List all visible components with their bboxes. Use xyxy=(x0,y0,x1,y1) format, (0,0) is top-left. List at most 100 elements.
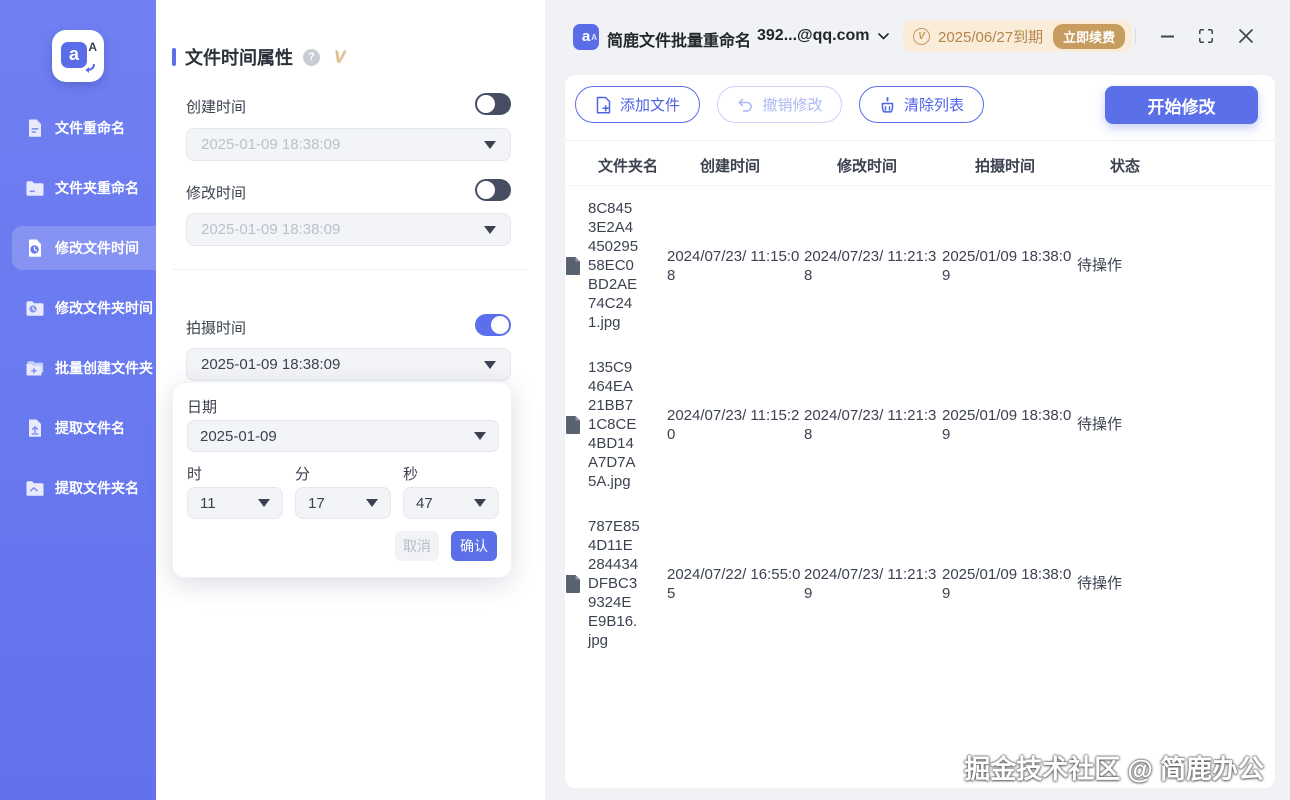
minute-label: 分 xyxy=(295,463,310,484)
undo-button[interactable]: 撤销修改 xyxy=(717,86,842,123)
hour-label: 时 xyxy=(187,463,202,484)
hour-select[interactable]: 11 xyxy=(187,487,283,519)
modified-time: 2024/07/23/ 11:21:39 xyxy=(804,566,936,602)
add-files-button[interactable]: 添加文件 xyxy=(575,86,700,123)
toolbar-divider xyxy=(565,140,1275,141)
create-time-value: 2025-01-09 18:38:09 xyxy=(201,136,484,153)
modify-time-toggle[interactable] xyxy=(475,179,511,201)
sidebar-item-file-rename[interactable]: 文件重命名 xyxy=(12,106,156,150)
shoot-time-select[interactable]: 2025-01-09 18:38:09 xyxy=(186,348,511,381)
app-logo-sub: A xyxy=(88,40,97,54)
modify-time-value: 2025-01-09 18:38:09 xyxy=(201,221,484,238)
file-list-card: 添加文件 撤销修改 清除列表 开始修改 文件夹名 创建时间 修改时间 拍摄时间 … xyxy=(565,75,1275,788)
start-modify-button[interactable]: 开始修改 xyxy=(1105,86,1258,124)
close-button[interactable] xyxy=(1236,26,1256,46)
help-icon[interactable]: ? xyxy=(303,49,320,66)
shoot-time-toggle[interactable] xyxy=(475,314,511,336)
second-select[interactable]: 47 xyxy=(403,487,499,519)
file-rename-icon xyxy=(25,118,45,138)
folder-extract-icon xyxy=(25,478,45,498)
modified-time: 2024/07/23/ 11:21:38 xyxy=(804,407,936,443)
table-row[interactable]: 8C8453E2A445029558EC0BD2AE74C241.jpg 202… xyxy=(565,186,1275,345)
col-created-time: 创建时间 xyxy=(700,155,837,176)
clear-list-label: 清除列表 xyxy=(904,94,964,115)
status-badge: 待操作 xyxy=(1077,257,1122,274)
file-name: 8C8453E2A445029558EC0BD2AE74C241.jpg xyxy=(588,199,640,332)
header-logo-sub: A xyxy=(591,25,597,50)
chevron-down-icon xyxy=(474,432,486,440)
table-header: 文件夹名 创建时间 修改时间 拍摄时间 状态 xyxy=(565,145,1275,186)
sidebar-item-label: 提取文件名 xyxy=(55,418,125,438)
status-badge: 待操作 xyxy=(1077,416,1122,433)
chevron-down-icon xyxy=(258,499,270,507)
folder-plus-icon xyxy=(25,358,45,378)
file-extract-icon xyxy=(25,418,45,438)
create-time-label: 创建时间 xyxy=(186,96,246,117)
folder-rename-icon xyxy=(25,178,45,198)
sidebar-item-label: 修改文件夹时间 xyxy=(55,298,153,318)
date-select[interactable]: 2025-01-09 xyxy=(187,420,499,452)
create-time-select[interactable]: 2025-01-09 18:38:09 xyxy=(186,128,511,161)
cancel-button[interactable]: 取消 xyxy=(395,531,439,561)
date-label: 日期 xyxy=(187,396,217,417)
file-icon xyxy=(565,574,581,594)
create-time-toggle[interactable] xyxy=(475,93,511,115)
app-title: 简鹿文件批量重命名 xyxy=(607,27,751,51)
chevron-down-icon xyxy=(366,499,378,507)
titlebar-divider xyxy=(1135,28,1136,44)
shoot-time: 2025/01/09 18:38:09 xyxy=(942,407,1071,443)
sidebar-item-label: 文件重命名 xyxy=(55,118,125,138)
file-icon xyxy=(565,256,581,276)
confirm-button[interactable]: 确认 xyxy=(451,531,497,561)
modify-time-select[interactable]: 2025-01-09 18:38:09 xyxy=(186,213,511,246)
chevron-down-icon xyxy=(484,226,496,234)
sidebar-item-modify-folder-time[interactable]: 修改文件夹时间 xyxy=(12,286,156,330)
expiry-text: 2025/06/27到期 xyxy=(938,26,1043,47)
created-time: 2024/07/23/ 11:15:20 xyxy=(667,407,799,443)
col-modified-time: 修改时间 xyxy=(837,155,975,176)
maximize-icon xyxy=(1198,28,1214,44)
modify-time-label: 修改时间 xyxy=(186,182,246,203)
shoot-time-label: 拍摄时间 xyxy=(186,317,246,338)
vip-circle-icon: V xyxy=(913,28,930,45)
sidebar-item-label: 修改文件时间 xyxy=(55,238,139,258)
table-row[interactable]: 135C9464EA21BB71C8CE4BD14A7D7A5A.jpg 202… xyxy=(565,345,1275,504)
minute-select[interactable]: 17 xyxy=(295,487,391,519)
header-logo-letter: a xyxy=(582,28,590,45)
hour-value: 11 xyxy=(200,495,258,512)
sidebar: a A 文件重命名 文件夹重命名 修改文件时间 xyxy=(0,0,156,800)
sidebar-item-modify-file-time[interactable]: 修改文件时间 xyxy=(12,226,156,270)
toggle-knob xyxy=(477,95,495,113)
renew-button[interactable]: 立即续费 xyxy=(1053,24,1125,49)
datetime-picker-popup: 日期 2025-01-09 时 分 秒 11 17 47 取消 确认 xyxy=(172,382,512,578)
sidebar-item-batch-create-folder[interactable]: 批量创建文件夹 xyxy=(12,346,156,390)
license-badge[interactable]: V 2025/06/27到期 立即续费 xyxy=(903,20,1132,52)
sidebar-item-label: 提取文件夹名 xyxy=(55,478,139,498)
sidebar-item-label: 文件夹重命名 xyxy=(55,178,139,198)
section-divider xyxy=(172,269,528,270)
sidebar-item-extract-folder-name[interactable]: 提取文件夹名 xyxy=(12,466,156,510)
sidebar-item-folder-rename[interactable]: 文件夹重命名 xyxy=(12,166,156,210)
chevron-down-icon xyxy=(484,361,496,369)
second-value: 47 xyxy=(416,495,474,512)
shoot-time: 2025/01/09 18:38:09 xyxy=(942,566,1071,602)
table-row[interactable]: 787E854D11E284434DFBC39324EE9B16.jpg 202… xyxy=(565,504,1275,663)
date-value: 2025-01-09 xyxy=(200,428,474,445)
status-badge: 待操作 xyxy=(1077,575,1122,592)
shoot-time-value: 2025-01-09 18:38:09 xyxy=(201,356,484,373)
file-time-icon xyxy=(25,238,45,258)
toggle-knob xyxy=(477,181,495,199)
clear-list-button[interactable]: 清除列表 xyxy=(859,86,984,123)
modified-time: 2024/07/23/ 11:21:38 xyxy=(804,248,936,284)
account-menu[interactable]: 392...@qq.com xyxy=(757,27,889,45)
minimize-button[interactable] xyxy=(1157,26,1177,46)
created-time: 2024/07/23/ 11:15:08 xyxy=(667,248,799,284)
maximize-button[interactable] xyxy=(1196,26,1216,46)
add-file-icon xyxy=(595,96,612,114)
col-folder-name: 文件夹名 xyxy=(598,155,700,176)
undo-label: 撤销修改 xyxy=(762,94,822,115)
translate-arrow-icon xyxy=(84,64,96,73)
main-area: a A 简鹿文件批量重命名 392...@qq.com V 2025/06/27… xyxy=(545,0,1290,800)
folder-time-icon xyxy=(25,298,45,318)
sidebar-item-extract-file-name[interactable]: 提取文件名 xyxy=(12,406,156,450)
